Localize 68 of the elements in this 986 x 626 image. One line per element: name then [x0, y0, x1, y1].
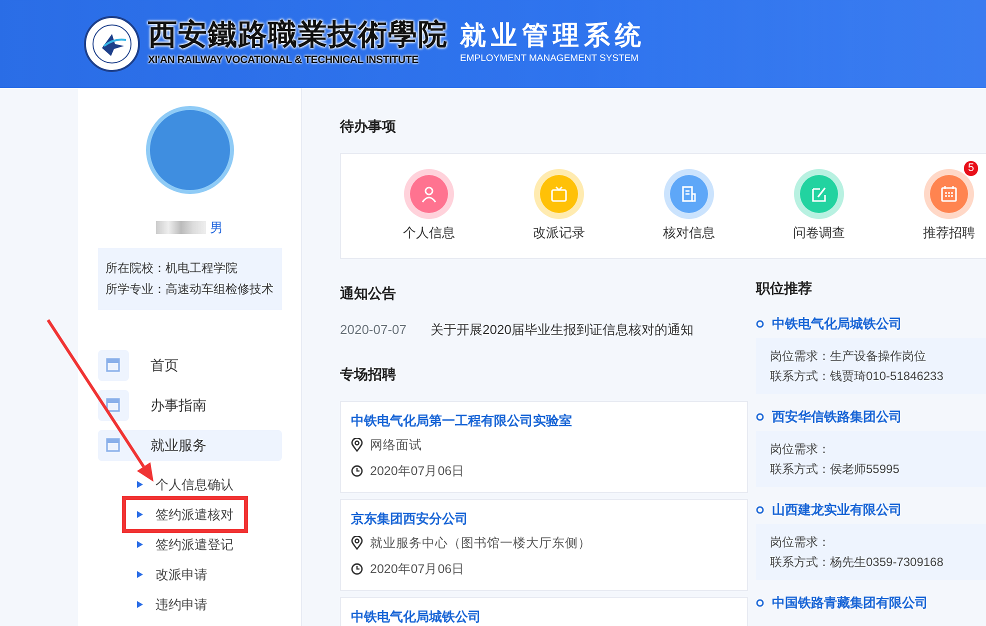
bullet-icon	[136, 570, 144, 579]
nav-item[interactable]: 就业服务	[98, 430, 282, 460]
section-title: 待办事项	[340, 117, 397, 136]
redacted-name	[156, 221, 206, 234]
school-name-english: XI'AN RAILWAY VOCATIONAL & TECHNICAL INSTITUTE	[148, 52, 420, 68]
nav-label: 办事指南	[150, 396, 206, 414]
contact-text: 联系方式：侯老师55995	[770, 461, 900, 478]
bullet-icon	[136, 540, 144, 549]
todo-item[interactable]: 改派记录	[494, 169, 624, 243]
todo-label: 推荐招聘	[923, 224, 975, 242]
submenu-item[interactable]: 签约派遣核对	[152, 502, 238, 528]
circle-bullet-icon	[756, 599, 764, 607]
bullet-icon	[136, 600, 144, 609]
nav-label: 首页	[150, 356, 178, 374]
todo-label: 问卷调查	[793, 224, 845, 242]
contact-text: 联系方式：杨先生0359-7309168	[770, 554, 944, 571]
submenu-item[interactable]: 违约申请	[152, 592, 212, 618]
contact-text: 联系方式：钱贾琦010-51846233	[770, 368, 944, 385]
requirement-text: 岗位需求：	[770, 534, 831, 551]
location-text: 就业服务中心（图书馆一楼大厅东侧）	[370, 534, 591, 552]
submenu-item[interactable]: 改派申请	[152, 562, 212, 588]
todo-item[interactable]: 个人信息	[364, 169, 494, 243]
system-title: 就业管理系统	[460, 22, 646, 48]
college-text: 所在院校：机电工程学院	[106, 260, 238, 276]
todo-label: 个人信息	[403, 224, 455, 242]
company-link[interactable]: 中铁电气化局城铁公司	[772, 315, 902, 333]
system-title-english: EMPLOYMENT MANAGEMENT SYSTEM	[460, 52, 640, 66]
requirement-text: 岗位需求：生产设备操作岗位	[770, 348, 927, 365]
bullet-icon	[136, 510, 144, 519]
school-emblem-icon	[84, 16, 140, 72]
circle-bullet-icon	[756, 320, 764, 328]
date-text: 2020年07月06日	[370, 560, 465, 578]
clock-icon	[351, 464, 363, 476]
page-icon	[98, 350, 128, 380]
section-title: 通知公告	[340, 284, 397, 303]
nav-item[interactable]: 首页	[98, 350, 282, 380]
nav-item[interactable]: 办事指南	[98, 390, 282, 420]
circle-bullet-icon	[756, 506, 764, 514]
bullet-icon	[136, 480, 144, 489]
company-link[interactable]: 西安华信铁路集团公司	[772, 408, 902, 426]
school-name: 西安鐵路職業技術學院	[148, 20, 448, 49]
todo-label: 核对信息	[663, 224, 715, 242]
submenu-item[interactable]: 签约派遣登记	[152, 532, 238, 558]
notice-date: 2020-07-07	[340, 321, 406, 339]
circle-bullet-icon	[756, 413, 764, 421]
company-link[interactable]: 山西建龙实业有限公司	[772, 501, 902, 519]
company-link[interactable]: 中国铁路青藏集团有限公司	[772, 594, 928, 612]
major-text: 所学专业：高速动车组检修技术	[106, 280, 274, 298]
page-icon	[98, 390, 128, 420]
gender-text: 男	[210, 219, 223, 237]
todo-item[interactable]: 核对信息	[624, 169, 754, 243]
count-badge: 5	[964, 161, 978, 176]
location-pin-icon	[351, 536, 363, 550]
nav-label: 就业服务	[150, 436, 206, 454]
date-text: 2020年07月06日	[370, 462, 465, 480]
notice-link[interactable]: 关于开展2020届毕业生报到证信息核对的通知	[430, 320, 694, 340]
section-title: 职位推荐	[756, 279, 813, 298]
location-text: 网络面试	[370, 436, 422, 454]
company-link[interactable]: 中铁电气化局城铁公司	[351, 606, 737, 626]
clock-icon	[351, 562, 363, 574]
submenu-item[interactable]: 个人信息确认	[152, 472, 238, 498]
section-title: 专场招聘	[340, 364, 397, 384]
todo-label: 改派记录	[533, 224, 585, 242]
company-link[interactable]: 京东集团西安分公司	[351, 508, 737, 530]
todo-item[interactable]: 问卷调查	[754, 169, 884, 243]
company-link[interactable]: 中铁电气化局第一工程有限公司实验室	[351, 410, 737, 432]
requirement-text: 岗位需求：	[770, 441, 831, 458]
location-pin-icon	[351, 438, 363, 452]
